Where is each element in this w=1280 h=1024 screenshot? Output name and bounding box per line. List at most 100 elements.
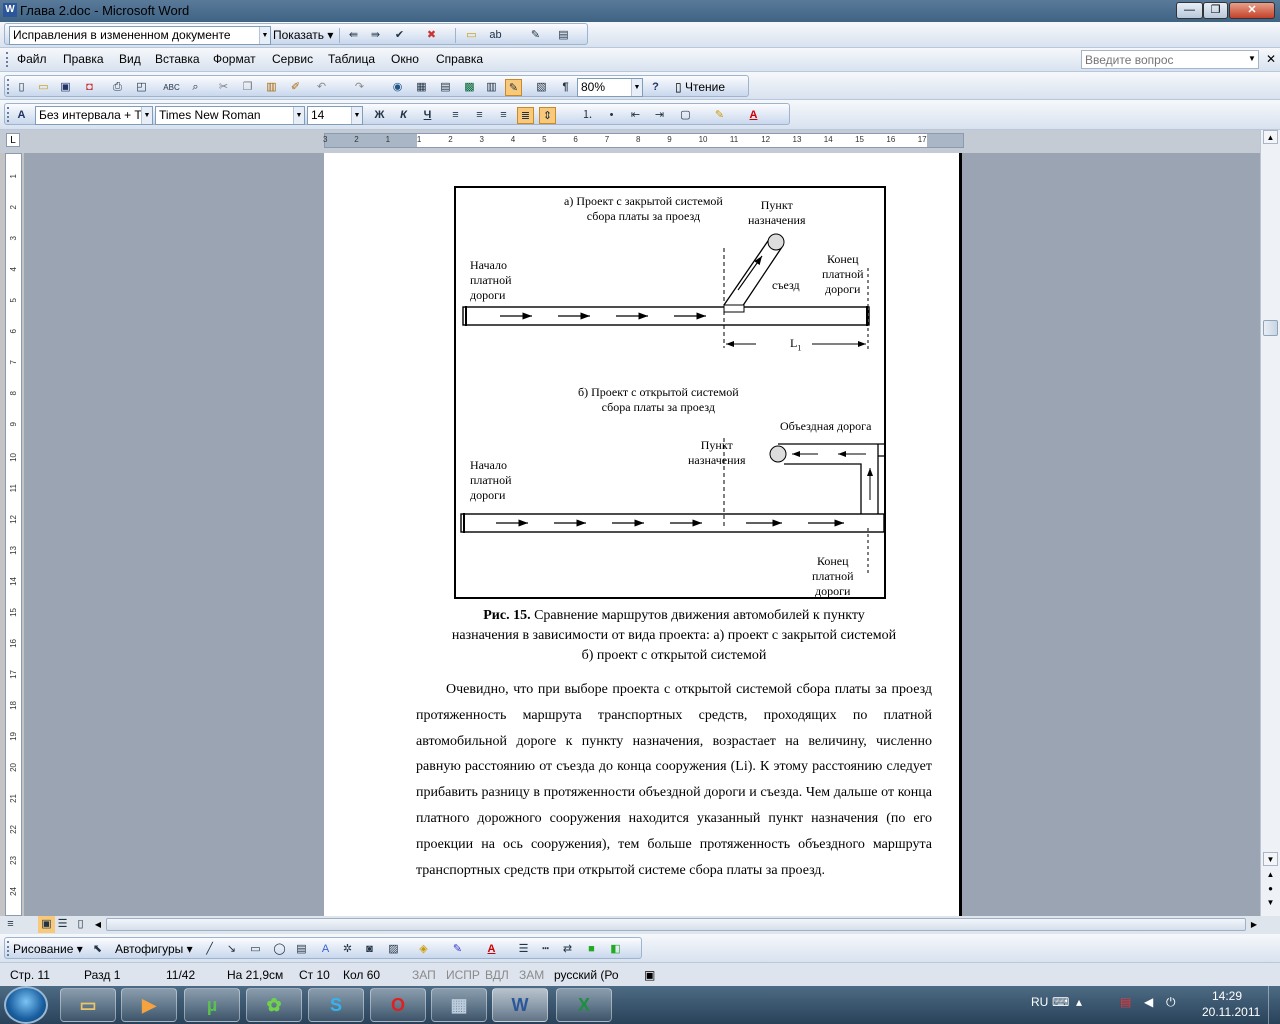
oval-icon[interactable]: ◯	[271, 941, 288, 958]
open-folder-icon[interactable]: ▭	[35, 79, 52, 96]
track-changes-display-select[interactable]: Исправления в измененном документе ▼	[9, 26, 271, 45]
print-preview-icon[interactable]: ◰	[133, 79, 150, 96]
styles-icon[interactable]: A	[13, 107, 30, 124]
numbering-icon[interactable]: ⒈	[579, 107, 596, 124]
print-layout-view-icon[interactable]: ▣	[38, 916, 55, 933]
reject-change-icon[interactable]: ✖	[423, 27, 440, 44]
network-icon[interactable]: ▤	[1120, 995, 1131, 1009]
track-changes-icon[interactable]: ab	[487, 27, 504, 44]
shadow-style-icon[interactable]: ■	[583, 941, 600, 958]
drawing-font-color-icon[interactable]: A	[483, 941, 500, 958]
show-menu-button[interactable]: Показать ▾	[273, 27, 333, 44]
language-indicator[interactable]: RU	[1031, 995, 1048, 1009]
calculator-taskbar-icon[interactable]: ▦	[431, 988, 487, 1022]
increase-indent-icon[interactable]: ⇥	[651, 107, 668, 124]
style-select[interactable]: Без интервала + Т ▼	[35, 106, 153, 125]
status-extend[interactable]: ВДЛ	[485, 968, 509, 982]
help-icon[interactable]: ?	[647, 79, 664, 96]
scroll-right-icon[interactable]: ▶	[1248, 918, 1260, 932]
help-question-input[interactable]	[1081, 50, 1259, 69]
excel-taskbar-icon[interactable]: X	[556, 988, 612, 1022]
insert-picture-icon[interactable]: ▨	[385, 941, 402, 958]
spelling-status-icon[interactable]: ▣	[644, 968, 655, 982]
scroll-thumb[interactable]	[1263, 320, 1278, 336]
accept-change-icon[interactable]: ✔	[391, 27, 408, 44]
justify-icon[interactable]: ≣	[517, 107, 534, 124]
spelling-icon[interactable]: ABC	[163, 79, 180, 96]
close-button[interactable]: ✕	[1229, 2, 1275, 19]
align-left-icon[interactable]: ≡	[447, 107, 464, 124]
wordart-icon[interactable]: A	[317, 941, 334, 958]
keyboard-icon[interactable]: ⌨	[1052, 995, 1069, 1009]
horizontal-ruler[interactable]: 3 2 1 1 2 3 4 5 6 7 8 9 10 11 12 13 14 15 16 17	[323, 133, 964, 148]
previous-change-icon[interactable]: ⇚	[345, 27, 362, 44]
drawing-menu-button[interactable]: Рисование ▾	[13, 941, 83, 958]
line-color-icon[interactable]: ✎	[449, 941, 466, 958]
insert-table-icon[interactable]: ▤	[437, 79, 454, 96]
outline-view-icon[interactable]: ☰	[54, 916, 71, 933]
dash-style-icon[interactable]: ┅	[537, 941, 554, 958]
media-player-taskbar-icon[interactable]: ▶	[121, 988, 177, 1022]
icq-taskbar-icon[interactable]: ✿	[246, 988, 302, 1022]
columns-icon[interactable]: ▥	[483, 79, 500, 96]
clock-time[interactable]: 14:29	[1212, 989, 1242, 1003]
drawing-icon[interactable]: ✎	[505, 79, 522, 96]
restore-button[interactable]: ❐	[1203, 2, 1228, 19]
skype-taskbar-icon[interactable]: S	[308, 988, 364, 1022]
redo-icon[interactable]: ↷	[351, 79, 368, 96]
font-size-select[interactable]: 14 ▼	[307, 106, 363, 125]
reading-mode-button[interactable]: ▯ Чтение	[675, 79, 725, 96]
clock-date[interactable]: 20.11.2011	[1202, 1005, 1260, 1019]
line-style-icon[interactable]: ☰	[515, 941, 532, 958]
font-select[interactable]: Times New Roman ▼	[155, 106, 305, 125]
text-box-icon[interactable]: ▤	[293, 941, 310, 958]
arrow-icon[interactable]: ↘	[223, 941, 240, 958]
menu-help[interactable]: Справка	[436, 52, 483, 66]
menu-edit[interactable]: Правка	[63, 52, 104, 66]
save-icon[interactable]: ▣	[57, 79, 74, 96]
hyperlink-icon[interactable]: ◉	[389, 79, 406, 96]
select-objects-icon[interactable]: ⬉	[89, 941, 106, 958]
new-document-icon[interactable]: ▯	[13, 79, 30, 96]
speaker-icon[interactable]: ◀	[1144, 995, 1153, 1009]
explorer-taskbar-icon[interactable]: ▭	[60, 988, 116, 1022]
document-page[interactable]: а) Проект с закрытой системой сбора платы…	[324, 153, 962, 916]
undo-icon[interactable]: ↶	[313, 79, 330, 96]
menu-format[interactable]: Формат	[213, 52, 256, 66]
next-change-icon[interactable]: ⇛	[367, 27, 384, 44]
menu-insert[interactable]: Вставка	[155, 52, 200, 66]
show-desktop-button[interactable]	[1268, 986, 1280, 1024]
diagram-icon[interactable]: ✲	[339, 941, 356, 958]
paste-icon[interactable]: ▥	[263, 79, 280, 96]
reading-view-icon[interactable]: ▯	[72, 916, 89, 933]
clip-art-icon[interactable]: ◙	[361, 941, 378, 958]
utorrent-taskbar-icon[interactable]: µ	[184, 988, 240, 1022]
browse-object-icon[interactable]: ●	[1263, 882, 1278, 896]
zoom-select[interactable]: 80% ▼	[577, 78, 643, 97]
previous-page-icon[interactable]: ▲	[1263, 868, 1278, 882]
body-paragraph[interactable]: Очевидно, что при выборе проекта с откры…	[416, 677, 932, 883]
scroll-left-icon[interactable]: ◀	[92, 918, 104, 932]
borders-icon[interactable]: ▢	[677, 107, 694, 124]
decrease-indent-icon[interactable]: ⇤	[627, 107, 644, 124]
align-center-icon[interactable]: ≡	[471, 107, 488, 124]
document-area[interactable]: а) Проект с закрытой системой сбора платы…	[24, 153, 1260, 916]
insert-excel-icon[interactable]: ▩	[461, 79, 478, 96]
3d-style-icon[interactable]: ◧	[607, 941, 624, 958]
rectangle-icon[interactable]: ▭	[247, 941, 264, 958]
power-icon[interactable]: ⏻	[1166, 995, 1176, 1010]
underline-button[interactable]: Ч	[419, 107, 436, 124]
tray-expand-icon[interactable]: ▴	[1076, 995, 1082, 1009]
normal-view-icon[interactable]: ≡	[2, 916, 19, 933]
italic-button[interactable]: К	[395, 107, 412, 124]
menu-window[interactable]: Окно	[391, 52, 419, 66]
status-rec[interactable]: ЗАП	[412, 968, 436, 982]
tab-selector[interactable]: L	[6, 133, 20, 147]
hscroll-thumb[interactable]	[106, 918, 1246, 931]
document-map-icon[interactable]: ▧	[533, 79, 550, 96]
show-formatting-icon[interactable]: ¶	[557, 79, 574, 96]
highlight-icon[interactable]: ✎	[711, 107, 728, 124]
minimize-button[interactable]: —	[1176, 2, 1203, 19]
reviewing-pane-toggle-icon[interactable]: ▤	[555, 27, 572, 44]
cut-icon[interactable]: ✂	[215, 79, 232, 96]
